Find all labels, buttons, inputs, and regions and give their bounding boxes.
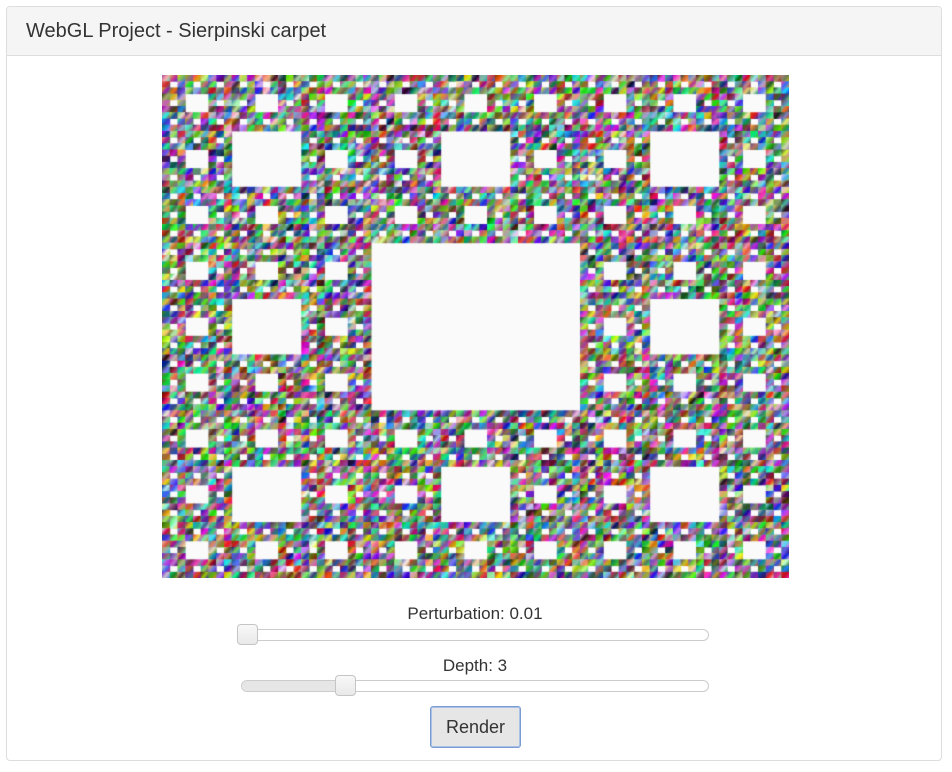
- perturbation-slider-handle[interactable]: [237, 624, 258, 645]
- render-button[interactable]: Render: [430, 706, 521, 748]
- page-title: WebGL Project - Sierpinski carpet: [26, 19, 327, 42]
- perturbation-label: Perturbation: 0.01: [407, 604, 543, 623]
- depth-label: Depth: 3: [442, 656, 508, 675]
- sierpinski-carpet-canvas[interactable]: [162, 75, 789, 578]
- webgl-panel: WebGL Project - Sierpinski carpet Pertur…: [6, 6, 942, 761]
- depth-slider-fill: [242, 681, 345, 691]
- depth-slider[interactable]: [241, 675, 709, 696]
- webgl-canvas-container: [162, 75, 789, 578]
- perturbation-slider[interactable]: [237, 624, 709, 645]
- depth-slider-handle[interactable]: [335, 675, 356, 696]
- panel-heading: WebGL Project - Sierpinski carpet: [7, 7, 941, 56]
